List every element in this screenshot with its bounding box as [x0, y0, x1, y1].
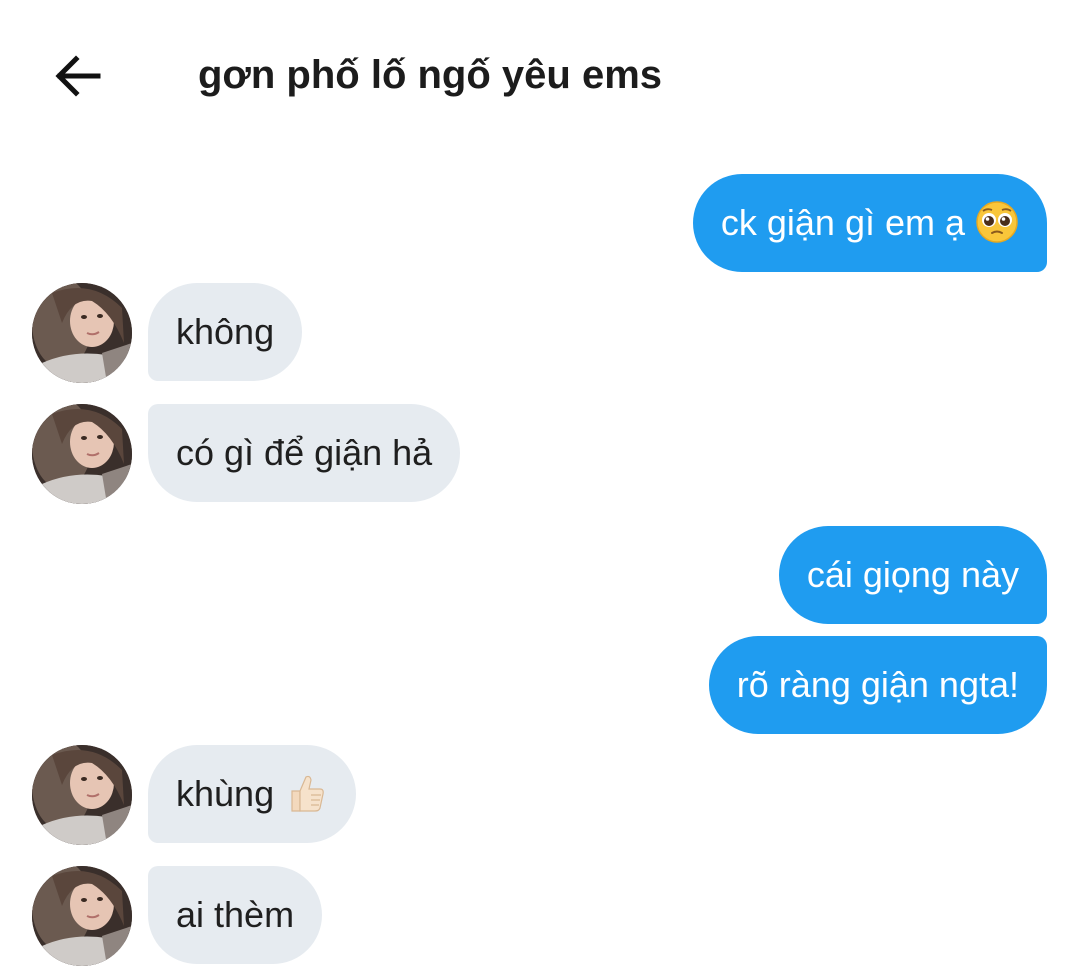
message-text: ai thèm — [176, 894, 295, 935]
contact-avatar[interactable] — [32, 745, 132, 845]
contact-avatar[interactable] — [32, 283, 132, 383]
outgoing-message[interactable]: rõ ràng giận ngta! — [708, 636, 1047, 734]
message-text: rõ ràng giận ngta! — [736, 664, 1019, 705]
incoming-message[interactable]: ai thèm — [148, 866, 323, 964]
arrow-left-icon — [55, 55, 101, 97]
message-text: ck giận gì em ạ — [720, 202, 965, 243]
message-text: cái giọng này — [806, 554, 1019, 595]
incoming-message[interactable]: có gì để giận hả — [148, 404, 461, 502]
conversation-title: gơn phố lố ngố yêu ems — [198, 53, 663, 97]
contact-avatar[interactable] — [32, 404, 132, 504]
message-text: khùng — [176, 773, 275, 814]
thumbs-up-emoji-icon — [284, 771, 328, 815]
pleading-face-emoji-icon — [975, 200, 1019, 244]
contact-avatar[interactable] — [32, 866, 132, 966]
incoming-message[interactable]: khùng — [148, 745, 357, 843]
message-text: có gì để giận hả — [176, 432, 433, 473]
chat-header: gơn phố lố ngố yêu ems — [0, 0, 1080, 150]
message-text: không — [176, 311, 275, 352]
back-button[interactable] — [50, 48, 106, 104]
incoming-message[interactable]: không — [148, 283, 303, 381]
outgoing-message[interactable]: cái giọng này — [778, 526, 1047, 624]
outgoing-message[interactable]: ck giận gì em ạ — [692, 174, 1047, 272]
